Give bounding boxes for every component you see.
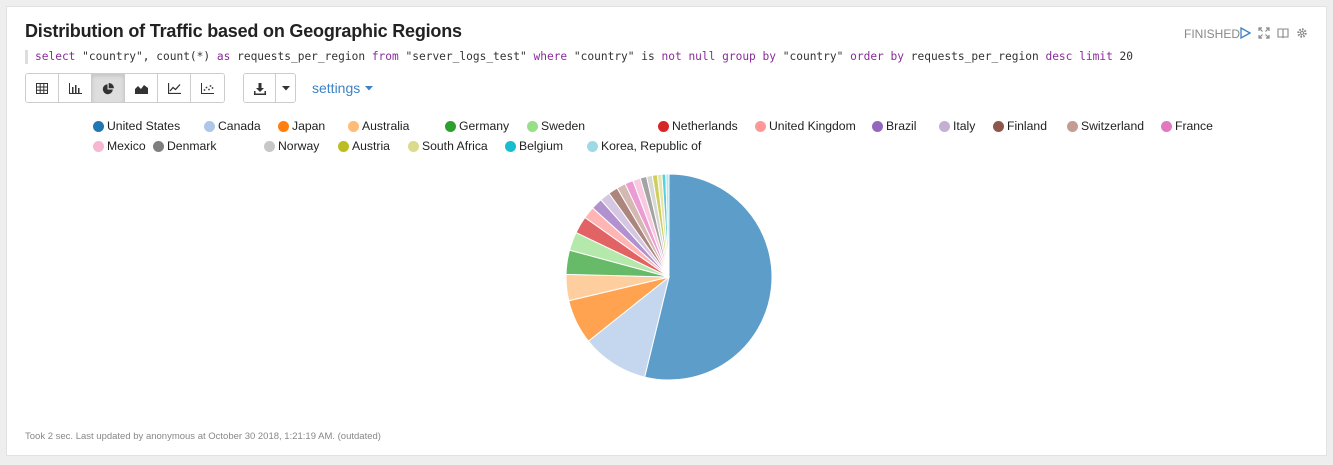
paragraph-footer: Took 2 sec. Last updated by anonymous at…: [25, 431, 381, 442]
pie-chart: [565, 173, 773, 381]
paragraph-panel: Distribution of Traffic based on Geograp…: [6, 6, 1327, 456]
